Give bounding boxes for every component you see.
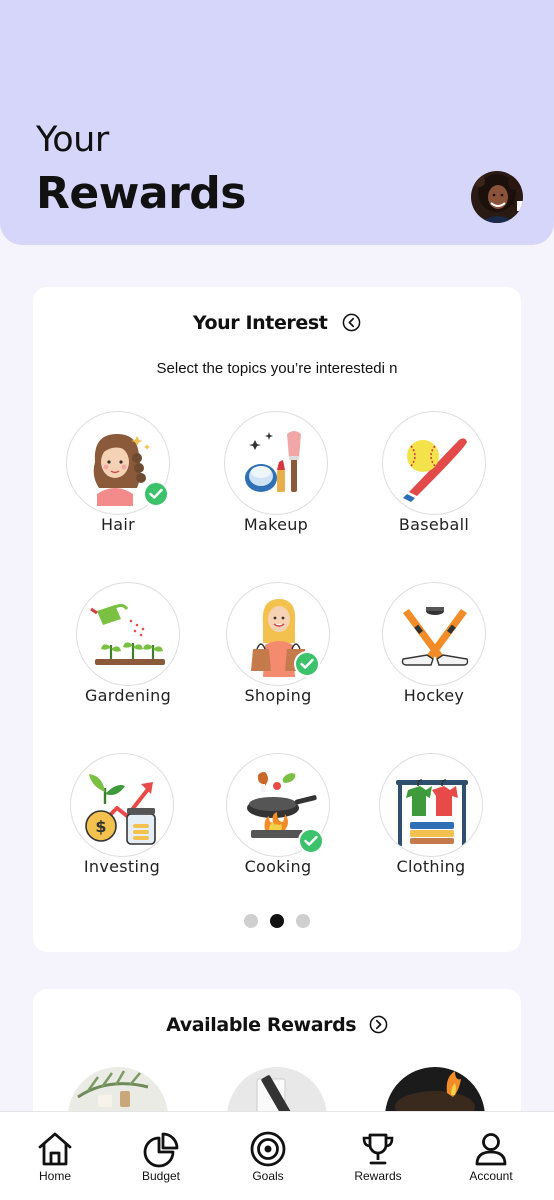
topic-label: Investing <box>83 857 161 876</box>
nav-budget[interactable]: Budget <box>106 1112 216 1200</box>
header: Your Rewards <box>0 0 554 245</box>
chevron-right-circle-icon[interactable] <box>369 1015 388 1034</box>
page-title: Rewards <box>36 168 246 219</box>
trophy-icon <box>362 1133 394 1165</box>
selected-check-icon <box>298 828 324 854</box>
home-icon <box>38 1132 72 1166</box>
page-dot[interactable] <box>244 914 258 928</box>
interest-title: Your Interest <box>33 311 521 334</box>
pie-chart-icon <box>143 1132 179 1168</box>
svg-text:$: $ <box>95 817 106 836</box>
nav-label: Budget <box>141 1169 181 1183</box>
topic-clothing[interactable]: Clothing <box>366 753 496 883</box>
chevron-left-circle-icon[interactable] <box>342 313 361 332</box>
topic-makeup[interactable]: Makeup <box>211 411 341 541</box>
topic-label: Clothing <box>396 857 466 876</box>
selected-check-icon <box>143 481 169 507</box>
gardening-icon <box>90 603 165 665</box>
interest-title-text: Your Interest <box>192 311 328 334</box>
topic-circle <box>382 411 486 515</box>
nav-label: Home <box>38 1169 71 1183</box>
pagination-dots <box>33 914 521 933</box>
bottom-navigation: Home Budget Goals Rewards Account <box>0 1111 554 1200</box>
page-dot[interactable] <box>296 914 310 928</box>
nav-label: Rewards <box>354 1169 402 1183</box>
user-icon <box>475 1133 507 1166</box>
page-title-line1: Your <box>36 120 109 160</box>
investing-icon: $ <box>85 774 156 845</box>
topic-label: Shoping <box>244 686 312 705</box>
topic-hockey[interactable]: Hockey <box>369 582 499 712</box>
topic-label: Makeup <box>243 515 309 534</box>
selected-check-icon <box>294 651 320 677</box>
hockey-icon <box>401 607 469 666</box>
topic-label: Cooking <box>244 857 312 876</box>
topic-circle: $ <box>70 753 174 857</box>
topic-label: Baseball <box>398 515 470 534</box>
interest-subtitle: Select the topics you’re interestedi n <box>156 360 398 377</box>
nav-label: Account <box>469 1169 513 1183</box>
clothing-icon <box>396 779 468 846</box>
page-dot-active[interactable] <box>270 914 284 928</box>
topic-hair[interactable]: Hair <box>53 411 183 541</box>
topic-circle <box>224 411 328 515</box>
topic-investing[interactable]: $ Investing <box>57 753 187 883</box>
topic-circle <box>382 582 486 686</box>
nav-account[interactable]: Account <box>436 1112 546 1200</box>
topic-baseball[interactable]: Baseball <box>369 411 499 541</box>
target-icon <box>250 1131 286 1167</box>
nav-goals[interactable]: Goals <box>213 1112 323 1200</box>
makeup-icon <box>245 431 301 492</box>
topic-cooking[interactable]: Cooking <box>213 753 343 883</box>
avatar[interactable] <box>471 171 523 223</box>
rewards-title-text: Available Rewards <box>166 1013 357 1036</box>
interest-card: Your Interest Select the topics you’re i… <box>33 287 521 952</box>
topic-label: Hair <box>100 515 136 534</box>
nav-home[interactable]: Home <box>0 1112 110 1200</box>
nav-label: Goals <box>252 1169 284 1183</box>
rewards-title: Available Rewards <box>33 1013 521 1036</box>
topic-circle <box>379 753 483 857</box>
topic-label: Hockey <box>403 686 465 705</box>
topic-gardening[interactable]: Gardening <box>63 582 193 712</box>
nav-rewards[interactable]: Rewards <box>323 1112 433 1200</box>
baseball-icon <box>403 438 467 502</box>
topic-shopping[interactable]: Shoping <box>213 582 343 712</box>
topic-label: Gardening <box>84 686 172 705</box>
topic-circle <box>76 582 180 686</box>
